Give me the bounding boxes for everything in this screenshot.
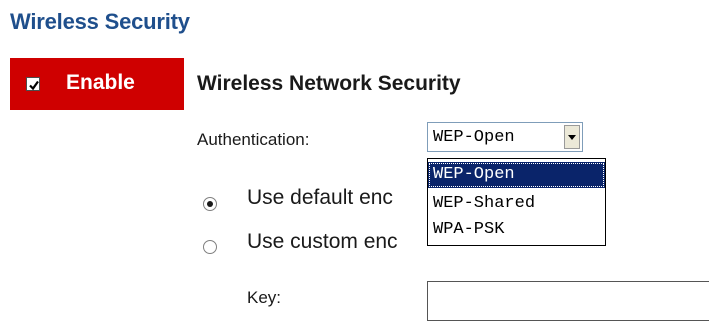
- enable-checkbox[interactable]: [26, 77, 40, 91]
- default-encryption-radio[interactable]: [203, 197, 217, 211]
- dropdown-option-wep-shared[interactable]: WEP-Shared: [428, 191, 605, 217]
- authentication-selected-value: WEP-Open: [433, 128, 515, 147]
- enable-toggle[interactable]: Enable: [10, 58, 184, 110]
- page-title: Wireless Security: [10, 9, 190, 34]
- custom-encryption-label: Use custom enc: [247, 230, 398, 253]
- key-input[interactable]: [427, 281, 709, 321]
- custom-encryption-radio[interactable]: [203, 240, 217, 254]
- authentication-dropdown-list: WEP-Open WEP-Shared WPA-PSK: [427, 158, 606, 246]
- dropdown-arrow-icon[interactable]: [564, 125, 580, 149]
- authentication-label: Authentication:: [197, 130, 310, 149]
- enable-label: Enable: [66, 71, 135, 94]
- key-label: Key:: [247, 288, 282, 307]
- section-title: Wireless Network Security: [197, 72, 461, 95]
- dropdown-option-wep-open[interactable]: WEP-Open: [428, 162, 605, 188]
- dropdown-option-wpa-psk[interactable]: WPA-PSK: [428, 217, 605, 243]
- default-encryption-label: Use default enc: [247, 186, 393, 209]
- authentication-select[interactable]: WEP-Open: [427, 122, 583, 152]
